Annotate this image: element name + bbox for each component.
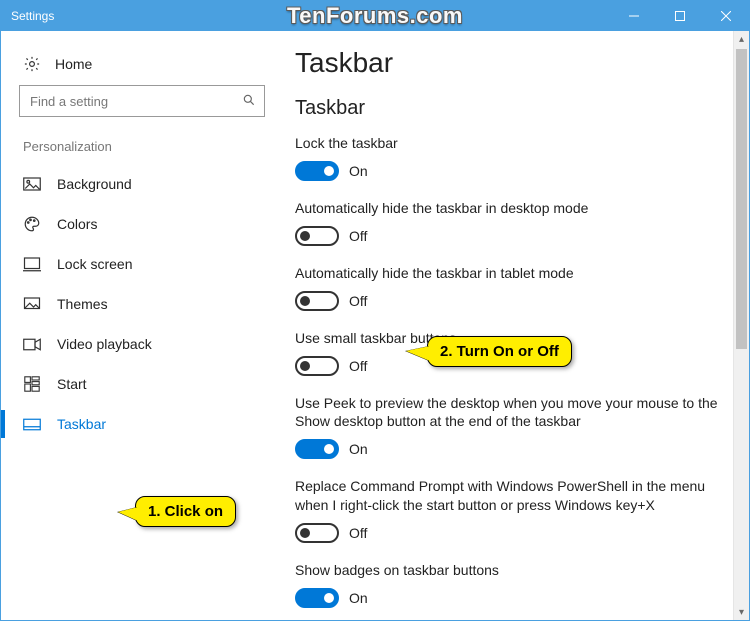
callout-text: 2. Turn On or Off <box>440 343 559 360</box>
setting-label: Show badges on taskbar buttons <box>295 561 725 580</box>
setting-row: Lock the taskbar On <box>295 134 725 181</box>
sidebar-item-lock-screen[interactable]: Lock screen <box>19 244 281 284</box>
scroll-thumb[interactable] <box>736 49 747 349</box>
toggle-state-label: On <box>349 441 368 457</box>
search-field[interactable] <box>28 93 242 110</box>
content-area: Taskbar Taskbar Lock the taskbar On Automa… <box>291 31 749 620</box>
sidebar-item-themes[interactable]: Themes <box>19 284 281 324</box>
sidebar-item-label: Themes <box>57 296 108 312</box>
search-icon <box>242 93 256 110</box>
callout-click-on: 1. Click on <box>135 496 236 527</box>
toggle-state-label: Off <box>349 525 367 541</box>
toggle-switch[interactable] <box>295 226 339 246</box>
palette-icon <box>23 215 41 233</box>
start-icon <box>23 376 41 392</box>
toggle-state-label: Off <box>349 293 367 309</box>
taskbar-icon <box>23 418 41 431</box>
window-title: Settings <box>11 9 54 23</box>
sidebar-item-label: Background <box>57 176 132 192</box>
lock-screen-icon <box>23 256 41 272</box>
close-button[interactable] <box>703 1 749 31</box>
sidebar-item-start[interactable]: Start <box>19 364 281 404</box>
setting-label: Lock the taskbar <box>295 134 725 153</box>
category-label: Personalization <box>19 139 281 154</box>
setting-label: Replace Command Prompt with Windows Powe… <box>295 477 725 515</box>
page-title: Taskbar <box>295 47 725 79</box>
home-label: Home <box>55 56 92 72</box>
toggle-switch[interactable] <box>295 588 339 608</box>
setting-label: Use Peek to preview the desktop when you… <box>295 394 725 432</box>
sidebar-item-label: Lock screen <box>57 256 132 272</box>
toggle-state-label: Off <box>349 358 367 374</box>
search-input[interactable] <box>19 85 265 117</box>
toggle-state-label: Off <box>349 228 367 244</box>
video-icon <box>23 338 41 351</box>
sidebar-item-background[interactable]: Background <box>19 164 281 204</box>
maximize-button[interactable] <box>657 1 703 31</box>
minimize-button[interactable] <box>611 1 657 31</box>
toggle-state-label: On <box>349 590 368 606</box>
picture-icon <box>23 177 41 191</box>
sidebar-item-label: Start <box>57 376 87 392</box>
setting-row: Automatically hide the taskbar in tablet… <box>295 264 725 311</box>
setting-label: Automatically hide the taskbar in tablet… <box>295 264 725 283</box>
home-button[interactable]: Home <box>19 49 281 85</box>
sidebar-item-taskbar[interactable]: Taskbar <box>19 404 281 444</box>
sidebar-item-label: Colors <box>57 216 97 232</box>
sidebar: Home Personalization Background Colors <box>1 31 291 620</box>
toggle-state-label: On <box>349 163 368 179</box>
scroll-down-icon[interactable]: ▾ <box>734 604 749 620</box>
toggle-switch[interactable] <box>295 291 339 311</box>
setting-row: Replace Command Prompt with Windows Powe… <box>295 477 725 543</box>
titlebar: Settings <box>1 1 749 31</box>
toggle-switch[interactable] <box>295 439 339 459</box>
scrollbar[interactable]: ▴ ▾ <box>733 31 749 620</box>
toggle-switch[interactable] <box>295 161 339 181</box>
window-controls <box>611 1 749 31</box>
toggle-switch[interactable] <box>295 356 339 376</box>
setting-label: Automatically hide the taskbar in deskto… <box>295 199 725 218</box>
section-title: Taskbar <box>295 97 725 120</box>
setting-row: Use Peek to preview the desktop when you… <box>295 394 725 460</box>
sidebar-item-label: Video playback <box>57 336 152 352</box>
toggle-switch[interactable] <box>295 523 339 543</box>
setting-row: Show badges on taskbar buttons On <box>295 561 725 608</box>
callout-turn-on-off: 2. Turn On or Off <box>427 336 572 367</box>
sidebar-item-colors[interactable]: Colors <box>19 204 281 244</box>
callout-text: 1. Click on <box>148 503 223 520</box>
themes-icon <box>23 296 41 312</box>
gear-icon <box>23 55 41 73</box>
scroll-up-icon[interactable]: ▴ <box>734 31 749 47</box>
sidebar-item-video-playback[interactable]: Video playback <box>19 324 281 364</box>
setting-row: Automatically hide the taskbar in deskto… <box>295 199 725 246</box>
sidebar-item-label: Taskbar <box>57 416 106 432</box>
